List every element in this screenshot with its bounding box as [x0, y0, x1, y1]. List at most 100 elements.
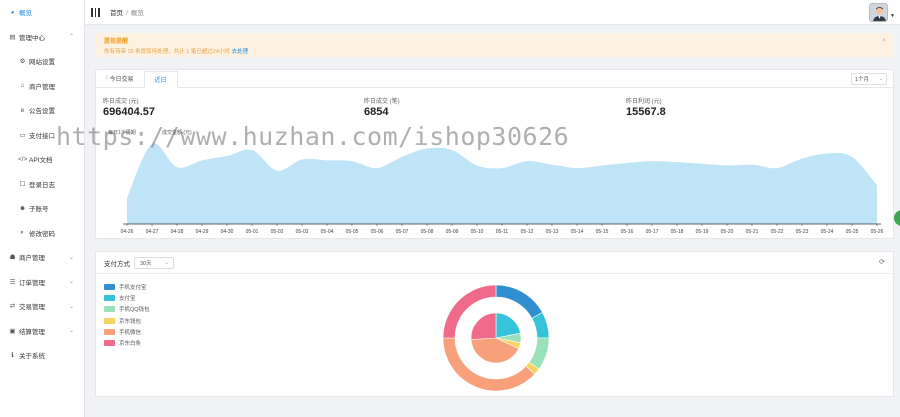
x-tick-label: 04-28: [171, 229, 184, 235]
gear-icon: ⚙: [19, 58, 26, 66]
x-tick-label: 05-03: [296, 229, 309, 235]
info-icon: ℹ: [11, 352, 14, 360]
sidebar-item[interactable]: ⌂ 商户管理: [0, 74, 84, 99]
pay-card-header: 支付方式 30天 ⌄ ⟳: [96, 252, 893, 274]
sidebar-item[interactable]: ⇄ 交易管理 ⌄: [0, 294, 84, 319]
range-select[interactable]: 1个月 ⌄: [851, 73, 887, 85]
users-icon: ☻: [19, 204, 26, 212]
chevron-icon: ⌄: [68, 328, 74, 335]
notice-text: 你有待审 15 条提现待处理，共计 1 笔已超过24小时: [104, 49, 230, 55]
avatar[interactable]: [869, 3, 888, 22]
sidebar-item-label: 公告设置: [29, 108, 55, 116]
area-chart: 每日1个周期 成交金额 (元) 04-26 04-27 04-28 04-29 04-3…: [108, 129, 884, 235]
folder-icon: ▤: [9, 33, 16, 41]
sidebar-item-label: 修改密码: [29, 230, 55, 238]
period-select[interactable]: 30天 ⌄: [134, 256, 174, 269]
sidebar-item[interactable]: ℹ 关于系统: [0, 343, 84, 368]
pie-slice[interactable]: [470, 312, 497, 340]
close-icon[interactable]: ×: [882, 38, 886, 44]
x-tick-label: 05-22: [771, 229, 784, 235]
sidebar-item[interactable]: ◕ 概览: [0, 0, 84, 25]
dashboard-icon: ◕: [10, 8, 15, 16]
x-tick-label: 05-14: [571, 229, 584, 235]
legend-item[interactable]: 支付宝: [104, 292, 150, 303]
x-tick-label: 05-25: [846, 229, 859, 235]
x-tick-label: 05-08: [421, 229, 434, 235]
code-icon: </>: [18, 155, 28, 163]
user-group-icon: ☗: [9, 254, 16, 262]
notice-title: 提现提醒: [104, 39, 129, 45]
sidebar-item[interactable]: ⚙ 网站设置: [0, 49, 84, 74]
notice-link[interactable]: 去处理: [231, 49, 248, 55]
sidebar-item[interactable]: ▣ 结算管理 ⌄: [0, 319, 84, 344]
chevron-icon: ⌄: [68, 279, 74, 286]
avatar-dropdown-icon[interactable]: ▼: [890, 13, 895, 19]
stat-amount: 昨日成交 (元) 696404.57: [103, 96, 155, 118]
chevron-down-icon: ⌄: [164, 259, 169, 266]
chevron-icon: ⌃: [68, 34, 74, 41]
breadcrumb: 首页 / 概览: [110, 7, 144, 17]
sidebar-item-label: 网站设置: [29, 59, 55, 67]
card-icon: ▭: [19, 131, 26, 139]
sidebar-item-label: 子账号: [29, 206, 49, 214]
x-tick-label: 04-26: [121, 229, 134, 235]
refresh-icon[interactable]: ⟳: [879, 258, 885, 266]
x-tick-label: 05-19: [696, 229, 709, 235]
bar-chart-icon: ⫶: [106, 75, 108, 81]
legend-swatch: [104, 317, 115, 324]
sidebar-item[interactable]: ◐ 修改密码: [0, 221, 84, 246]
x-tick-label: 05-16: [621, 229, 634, 235]
legend-item[interactable]: 手机支付宝: [104, 281, 150, 292]
sidebar-item[interactable]: </> API文档: [0, 147, 84, 172]
breadcrumb-home[interactable]: 首页: [110, 10, 123, 17]
sidebar-item[interactable]: e 公告设置: [0, 98, 84, 123]
x-tick-label: 04-30: [221, 229, 234, 235]
legend-label: 京东白条: [119, 341, 142, 348]
sidebar-item[interactable]: ☗ 商户管理 ⌄: [0, 245, 84, 270]
chart-tabs: ⫶ 今日交易 近日 1个月 ⌄: [96, 70, 893, 88]
x-tick-label: 04-29: [196, 229, 209, 235]
pay-card-title: 支付方式: [104, 260, 130, 268]
pay-method-card: 支付方式 30天 ⌄ ⟳ 手机支付宝 支付宝 手机QQ钱包京东钱包手机微信京东白条: [95, 251, 894, 397]
menu-toggle-icon[interactable]: [91, 7, 100, 17]
sidebar-item[interactable]: ☐ 登录日志: [0, 172, 84, 197]
log-icon: ☐: [19, 180, 26, 188]
notice-body: 你有待审 15 条提现待处理，共计 1 笔已超过24小时 去处理: [104, 47, 885, 55]
sidebar-item[interactable]: ☰ 订单管理 ⌄: [0, 270, 84, 295]
sidebar-item[interactable]: ▤ 管理中心 ⌃: [0, 25, 84, 50]
sidebar-item[interactable]: ▭ 支付接口: [0, 123, 84, 148]
legend-swatch: [104, 283, 115, 290]
sidebar-item-label: 支付接口: [29, 132, 55, 140]
chevron-down-icon: ⌄: [878, 76, 883, 82]
legend-item[interactable]: 京东钱包: [104, 315, 150, 326]
legend-swatch: [104, 294, 115, 301]
x-tick-label: 05-10: [471, 229, 484, 235]
x-tick-label: 05-24: [821, 229, 834, 235]
chevron-icon: ⌄: [68, 303, 74, 310]
legend-label: 手机微信: [119, 329, 142, 336]
breadcrumb-current: 概览: [130, 10, 144, 17]
legend-label: 手机支付宝: [119, 284, 147, 291]
donut-slice[interactable]: [495, 284, 543, 319]
legend-item[interactable]: 手机QQ钱包: [104, 304, 150, 315]
stat-value: 6854: [364, 106, 389, 118]
legend-swatch: [104, 306, 115, 313]
legend-label: 京东钱包: [119, 318, 142, 325]
sidebar-item[interactable]: ☻ 子账号: [0, 196, 84, 221]
legend-item[interactable]: 手机微信: [104, 326, 150, 337]
tab-today-trade[interactable]: ⫶ 今日交易: [96, 70, 144, 87]
x-tick-label: 05-18: [671, 229, 684, 235]
legend-swatch: [104, 340, 115, 347]
stat-value: 15567.8: [626, 106, 666, 118]
stat-label: 昨日成交 (元): [103, 99, 139, 105]
home-icon: ⌂: [20, 82, 25, 90]
x-tick-label: 05-12: [521, 229, 534, 235]
legend-item[interactable]: 京东白条: [104, 337, 150, 348]
sidebar: ◕ 概览 ▤ 管理中心 ⌃ ⚙ 网站设置 ⌂ 商户管理 e 公告设置 ▭ 支付接口 </> API文档 ☐ 登录…: [0, 0, 85, 417]
side-float-button[interactable]: [894, 210, 900, 226]
x-tick-label: 05-06: [371, 229, 384, 235]
x-tick-label: 05-23: [796, 229, 809, 235]
tab-recent[interactable]: 近日: [143, 71, 178, 88]
x-tick-label: 05-15: [596, 229, 609, 235]
sidebar-item-label: 订单管理: [19, 279, 45, 287]
